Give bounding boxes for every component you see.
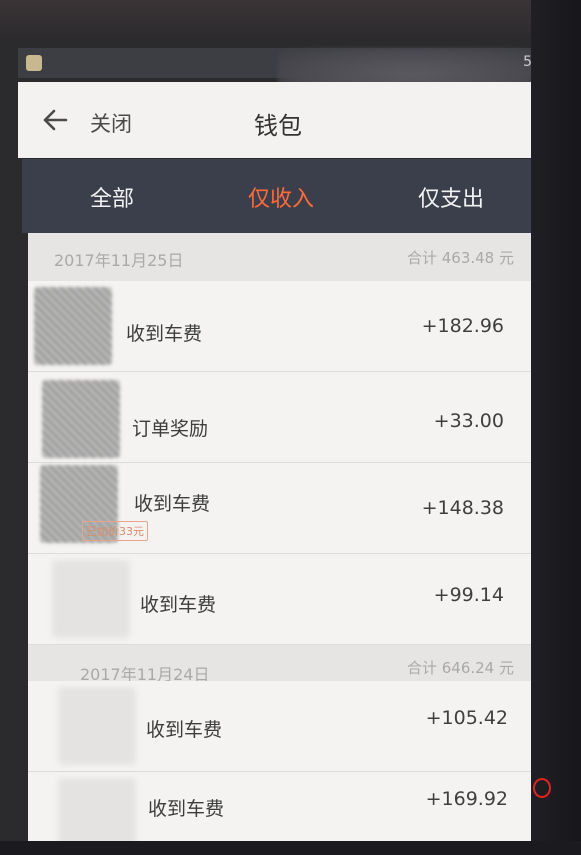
device-bezel-top	[0, 0, 581, 40]
transaction-amount: +182.96	[421, 315, 504, 337]
day-header: 2017年11月25日 合计 463.48 元	[28, 233, 534, 281]
transaction-label: 收到车费	[140, 594, 217, 616]
tab-all[interactable]: 全部	[90, 181, 134, 213]
transaction-row[interactable]: 收到车费 已加价33元 +148.38	[28, 463, 534, 554]
day-date: 2017年11月25日	[54, 251, 184, 270]
filter-tab-bar: 全部 仅收入 仅支出	[22, 159, 536, 233]
transaction-row[interactable]: 收到车费 +105.42	[28, 681, 534, 772]
indicator-light-icon	[533, 778, 551, 798]
back-arrow-icon[interactable]	[40, 106, 70, 134]
tab-income-only[interactable]: 仅收入	[248, 181, 314, 213]
notification-app-icon	[26, 55, 42, 71]
close-button[interactable]: 关闭	[90, 108, 132, 138]
avatar	[58, 687, 136, 765]
transaction-label: 收到车费	[134, 493, 211, 515]
day-total: 合计 463.48 元	[406, 249, 514, 267]
transaction-label: 收到车费	[148, 798, 225, 820]
tab-expense-only[interactable]: 仅支出	[418, 181, 484, 213]
surcharge-badge: 已加价33元	[82, 521, 148, 541]
transaction-label: 收到车费	[146, 719, 223, 741]
avatar	[52, 560, 130, 638]
transaction-row[interactable]: 收到车费 +182.96	[28, 281, 534, 372]
transaction-list[interactable]: 2017年11月25日 合计 463.48 元 收到车费 +182.96 订单奖…	[28, 233, 534, 853]
status-bar: 5	[18, 48, 546, 100]
day-total: 合计 646.24 元	[406, 659, 514, 677]
transaction-amount: +105.42	[425, 707, 508, 729]
avatar	[42, 380, 120, 458]
transaction-amount: +148.38	[421, 497, 504, 519]
transaction-amount: +99.14	[433, 584, 504, 606]
page-title: 钱包	[254, 112, 302, 140]
device-bezel-bottom	[0, 841, 581, 855]
avatar	[34, 287, 112, 365]
device-bezel-right	[531, 0, 581, 855]
transaction-label: 订单奖励	[132, 418, 209, 440]
transaction-amount: +33.00	[433, 410, 504, 432]
transaction-row[interactable]: 收到车费 +99.14	[28, 554, 534, 645]
app-header: 关闭 钱包	[18, 82, 536, 158]
transaction-amount: +169.92	[425, 788, 508, 810]
transaction-label: 收到车费	[126, 323, 203, 345]
transaction-row[interactable]: 订单奖励 +33.00	[28, 372, 534, 463]
